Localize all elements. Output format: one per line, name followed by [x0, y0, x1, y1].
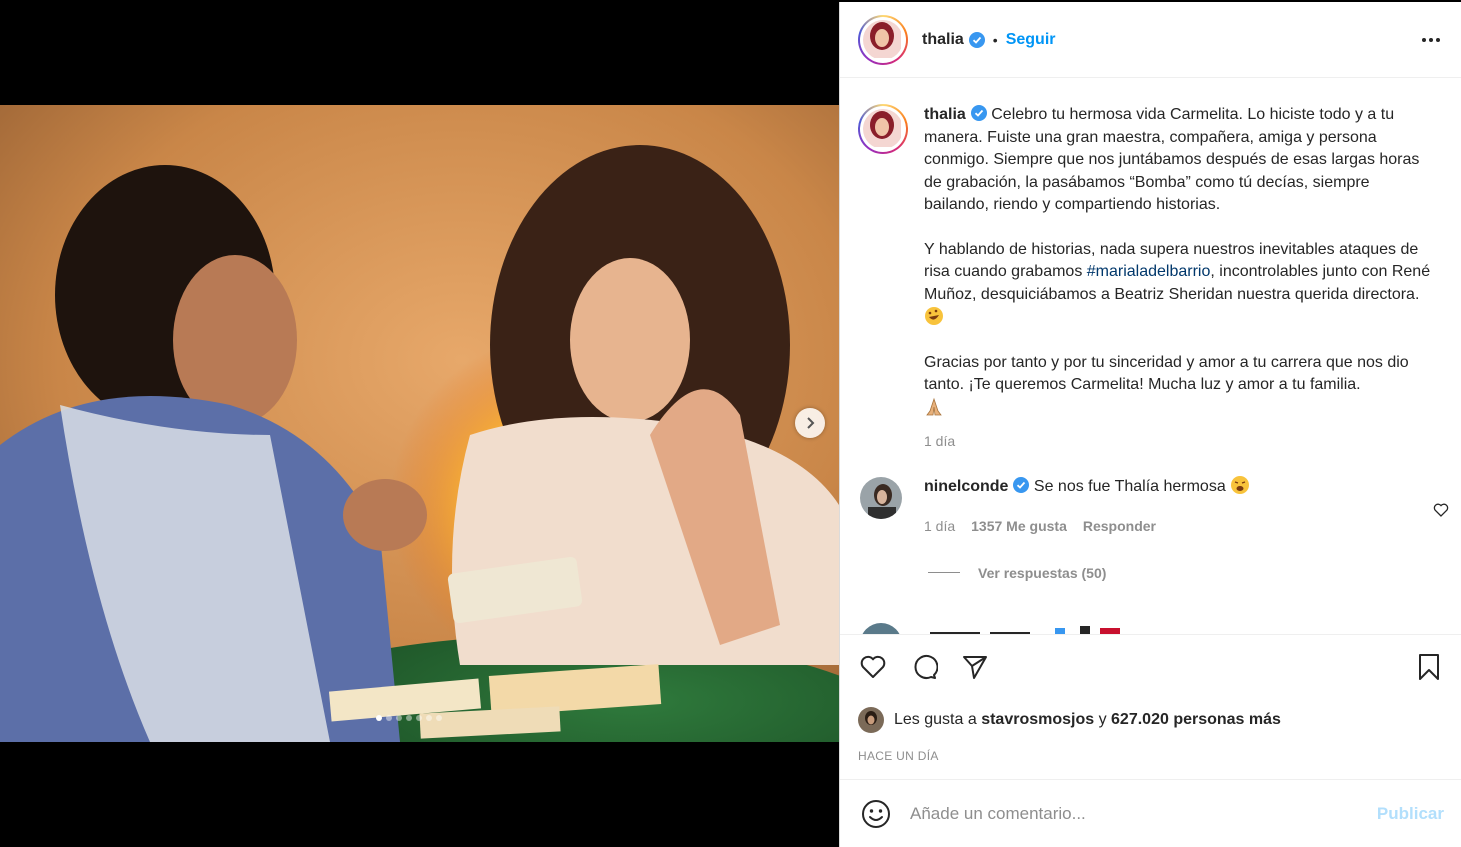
carousel-next-button[interactable]: [795, 408, 825, 438]
post-media: [0, 0, 839, 847]
liker-avatar[interactable]: [858, 707, 884, 733]
carousel-dot: [436, 715, 442, 721]
comment-meta: 1 día 1357 Me gusta Responder: [924, 515, 1414, 537]
view-replies-label: Ver respuestas (50): [978, 564, 1107, 581]
post-timestamp[interactable]: HACE UN DÍA: [858, 749, 1444, 763]
replies-divider: [928, 572, 960, 573]
folded-hands-emoji-icon: [926, 397, 942, 415]
instagram-post-modal: thalia • Seguir thalia Celebro tu hermos…: [0, 0, 1461, 847]
caption-paragraph-1: Celebro tu hermosa vida Carmelita. Lo hi…: [924, 106, 1420, 213]
emoji-picker-icon[interactable]: [860, 798, 892, 830]
paper-plane-icon: [963, 656, 987, 679]
carousel-indicators: [376, 715, 442, 721]
caption-username[interactable]: thalia: [924, 106, 966, 123]
more-horizontal-icon: [1422, 37, 1440, 42]
carousel-dot: [376, 715, 382, 721]
caption-avatar[interactable]: [858, 104, 908, 154]
separator-dot: •: [992, 31, 998, 48]
caption-text: thalia Celebro tu hermosa vida Carmelita…: [924, 104, 1432, 453]
comment-bubble-icon: [914, 655, 938, 679]
weary-face-emoji-icon: [1231, 475, 1250, 494]
publish-button[interactable]: Publicar: [1377, 804, 1444, 824]
chevron-right-icon: [807, 417, 815, 429]
carousel-dot: [396, 715, 402, 721]
action-bar: [858, 651, 1444, 683]
comment-likes-count[interactable]: 1357 Me gusta: [971, 515, 1067, 537]
verified-badge-icon: [1013, 476, 1030, 493]
view-replies-button[interactable]: Ver respuestas (50): [928, 565, 1461, 581]
likes-prefix: Les gusta a: [894, 711, 977, 728]
caption-timestamp[interactable]: 1 día: [924, 430, 1432, 453]
share-button[interactable]: [960, 652, 990, 682]
likes-summary: Les gusta a stavrosmosjos y 627.020 pers…: [858, 707, 1444, 733]
comment-input[interactable]: [910, 803, 1350, 824]
author-avatar[interactable]: [858, 14, 908, 65]
add-comment-bar: Publicar: [840, 779, 1461, 847]
hashtag-link[interactable]: #marialadelbarrio: [1087, 263, 1211, 280]
rolling-laughing-emoji-icon: [925, 307, 943, 325]
reply-button[interactable]: Responder: [1083, 515, 1156, 537]
post-caption: thalia Celebro tu hermosa vida Carmelita…: [840, 79, 1461, 453]
heart-icon: [860, 655, 886, 678]
carousel-dot: [386, 715, 392, 721]
post-side-panel: thalia • Seguir thalia Celebro tu hermos…: [839, 2, 1461, 847]
verified-badge-icon: [968, 31, 985, 48]
bookmark-icon: [1419, 654, 1439, 680]
post-photo[interactable]: [0, 105, 839, 742]
carousel-dot: [406, 715, 412, 721]
carousel-dot: [426, 715, 432, 721]
likes-count[interactable]: 627.020 personas más: [1111, 711, 1281, 729]
more-options-button[interactable]: [1419, 28, 1443, 52]
caption-paragraph-3: Gracias por tanto y por tu sinceridad y …: [924, 353, 1409, 394]
comment-like-heart-icon[interactable]: [1433, 502, 1449, 518]
author-username[interactable]: thalia: [922, 31, 964, 49]
comment-button[interactable]: [909, 652, 939, 682]
next-comment-partial: [860, 622, 1460, 634]
follow-button[interactable]: Seguir: [1006, 31, 1056, 49]
verified-badge-icon: [970, 105, 987, 121]
commenter-avatar[interactable]: [860, 476, 902, 519]
post-actions: Les gusta a stavrosmosjos y 627.020 pers…: [840, 634, 1461, 763]
comments-list[interactable]: thalia Celebro tu hermosa vida Carmelita…: [840, 79, 1461, 634]
post-header: thalia • Seguir: [840, 2, 1461, 78]
comment-text: Se nos fue Thalía hermosa: [1033, 477, 1226, 495]
comment-item: ninelconde Se nos fue Thalía hermosa 1 d…: [840, 453, 1461, 537]
carousel-dot: [416, 715, 422, 721]
comment-body: ninelconde Se nos fue Thalía hermosa 1 d…: [924, 475, 1414, 537]
likes-connector: y: [1098, 711, 1107, 728]
liker-username[interactable]: stavrosmosjos: [981, 711, 1094, 729]
commenter-username[interactable]: ninelconde: [924, 478, 1008, 495]
like-button[interactable]: [858, 652, 888, 682]
save-button[interactable]: [1414, 652, 1444, 682]
comment-timestamp[interactable]: 1 día: [924, 515, 955, 537]
